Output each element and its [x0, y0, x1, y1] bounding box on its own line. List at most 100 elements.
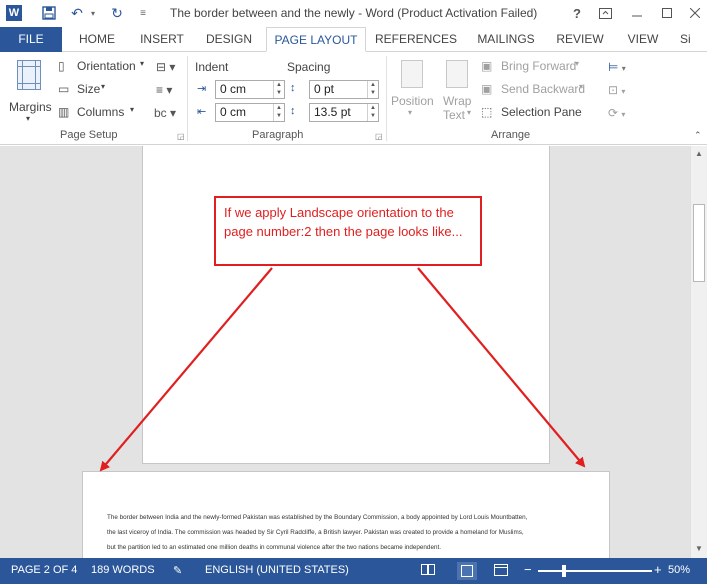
position-button[interactable]: Position ▾ [390, 58, 436, 124]
ribbon: Margins ▾ ▯ Orientation ▾ ▭ Size ▾ ▥ Col… [0, 52, 707, 145]
tab-view[interactable]: VIEW [620, 27, 666, 52]
position-icon [401, 60, 423, 88]
columns-button[interactable]: ▥ Columns ▾ [58, 104, 140, 122]
group-objects-icon[interactable]: ⊡ ▾ [608, 83, 625, 97]
scroll-up-icon[interactable]: ▲ [695, 149, 703, 158]
tab-insert[interactable]: INSERT [130, 27, 194, 52]
ribbon-display-icon[interactable] [596, 4, 614, 22]
zoom-in-icon[interactable]: + [654, 562, 662, 577]
chevron-down-icon: ▾ [26, 114, 31, 123]
word-icon[interactable]: W [6, 5, 22, 21]
align-icon[interactable]: ⊨ ▾ [608, 60, 626, 74]
orientation-icon: ▯ [58, 59, 65, 73]
spacing-before-value: 0 pt [314, 82, 335, 96]
send-backward-icon: ▣ [481, 82, 493, 96]
scroll-down-icon[interactable]: ▼ [695, 544, 703, 553]
scroll-thumb[interactable] [693, 204, 705, 282]
page-setup-group-label: Page Setup [60, 129, 118, 141]
paragraph-line: The border between India and the newly-f… [107, 514, 528, 521]
annotation-callout: If we apply Landscape orientation to the… [214, 196, 482, 266]
zoom-slider-thumb[interactable] [562, 565, 566, 577]
spinner-icon[interactable]: ▲ ▼ [273, 81, 284, 98]
zoom-out-icon[interactable]: − [524, 562, 532, 577]
spacing-before-input[interactable]: 0 pt ▲ ▼ [309, 80, 379, 99]
spinner-icon[interactable]: ▲ ▼ [367, 104, 378, 121]
vertical-scrollbar[interactable]: ▲ ▼ [690, 146, 707, 558]
tab-mailings[interactable]: MAILINGS [466, 27, 546, 52]
maximize-icon[interactable] [658, 4, 676, 22]
chevron-down-icon: ▾ [130, 105, 135, 114]
undo-dropdown-icon[interactable]: ▾ [84, 4, 102, 22]
indent-right-input[interactable]: 0 cm ▲ ▼ [215, 103, 285, 122]
page-2-landscape: The border between India and the newly-f… [82, 471, 610, 558]
line-numbers-icon[interactable]: ≡ ▾ [156, 83, 172, 97]
customize-quick-access-icon[interactable]: ≡ [134, 4, 152, 22]
document-paragraph[interactable]: The border between India and the newly-f… [107, 510, 591, 555]
title-bar: W ↶ ▾ ↻ ≡ The border between and the new… [0, 0, 707, 27]
tab-references[interactable]: REFERENCES [370, 27, 462, 52]
position-label: Position [391, 94, 434, 108]
group-divider [386, 56, 387, 141]
tab-review[interactable]: REVIEW [550, 27, 610, 52]
close-icon[interactable] [686, 4, 704, 22]
proofing-icon[interactable]: ✎ [173, 564, 182, 577]
spacing-after-value: 13.5 pt [314, 105, 351, 119]
chevron-down-icon: ▾ [140, 59, 145, 68]
redo-icon[interactable]: ↻ [108, 4, 126, 22]
help-icon[interactable]: ? [568, 4, 586, 22]
zoom-slider[interactable] [538, 565, 652, 577]
tab-home[interactable]: HOME [64, 27, 130, 52]
chevron-down-icon: ▾ [575, 59, 580, 68]
window-title: The border between and the newly - Word … [170, 6, 538, 20]
columns-label: Columns [77, 105, 125, 119]
minimize-icon[interactable] [628, 4, 646, 22]
page-count[interactable]: PAGE 2 OF 4 [11, 564, 77, 576]
indent-right-icon: ⇤ [197, 106, 207, 118]
wrap-text-button[interactable]: Wrap Text ▾ [440, 58, 476, 124]
breaks-icon[interactable]: ⊟ ▾ [156, 60, 175, 74]
language-status[interactable]: ENGLISH (UNITED STATES) [205, 564, 349, 576]
chevron-down-icon: ▾ [101, 82, 106, 91]
collapse-ribbon-icon[interactable]: ⌃ [694, 130, 702, 141]
save-icon[interactable] [40, 4, 58, 22]
bring-forward-icon: ▣ [481, 59, 493, 73]
ribbon-tabs: FILE HOME INSERT DESIGN PAGE LAYOUT REFE… [0, 27, 707, 52]
tab-sign-in[interactable]: Si [680, 27, 707, 52]
read-mode-icon[interactable] [421, 564, 435, 578]
indent-left-icon: ⇥ [197, 83, 207, 95]
indent-left-input[interactable]: 0 cm ▲ ▼ [215, 80, 285, 99]
hyphenation-icon[interactable]: bc ▾ [154, 106, 176, 120]
page-setup-launcher-icon[interactable]: ◲ [177, 132, 185, 141]
size-button[interactable]: ▭ Size ▾ [58, 81, 118, 99]
print-layout-icon[interactable] [457, 562, 477, 580]
zoom-level[interactable]: 50% [668, 564, 690, 576]
tab-page-layout[interactable]: PAGE LAYOUT [266, 27, 366, 52]
arrange-group-label: Arrange [491, 129, 531, 141]
tab-file[interactable]: FILE [0, 27, 62, 52]
chevron-down-icon: ▾ [408, 108, 413, 117]
paragraph-launcher-icon[interactable]: ◲ [375, 132, 383, 141]
margins-button[interactable]: Margins ▾ [6, 58, 56, 124]
tab-design[interactable]: DESIGN [196, 27, 262, 52]
send-backward-button[interactable]: ▣ Send Backward ▾ [481, 81, 585, 99]
wrap-text-icon [446, 60, 468, 88]
word-count[interactable]: 189 WORDS [91, 564, 155, 576]
columns-icon: ▥ [58, 105, 70, 119]
margins-icon [17, 60, 41, 90]
spacing-label: Spacing [287, 60, 331, 74]
send-backward-label: Send Backward [501, 82, 586, 96]
selection-pane-button[interactable]: ⬚ Selection Pane [481, 104, 582, 122]
size-label: Size [77, 82, 101, 96]
web-layout-icon[interactable] [494, 564, 508, 579]
paragraph-line: but the partition led to an estimated on… [107, 544, 441, 551]
indent-right-value: 0 cm [220, 105, 247, 119]
selection-pane-label: Selection Pane [501, 105, 582, 119]
spacing-after-input[interactable]: 13.5 pt ▲ ▼ [309, 103, 379, 122]
bring-forward-button[interactable]: ▣ Bring Forward ▾ [481, 58, 581, 76]
bring-forward-label: Bring Forward [501, 59, 577, 73]
spinner-icon[interactable]: ▲ ▼ [367, 81, 378, 98]
orientation-button[interactable]: ▯ Orientation ▾ [58, 58, 148, 76]
spacing-after-icon: ↕ [290, 105, 296, 117]
rotate-icon[interactable]: ⟳ ▾ [608, 106, 625, 120]
spinner-icon[interactable]: ▲ ▼ [273, 104, 284, 121]
